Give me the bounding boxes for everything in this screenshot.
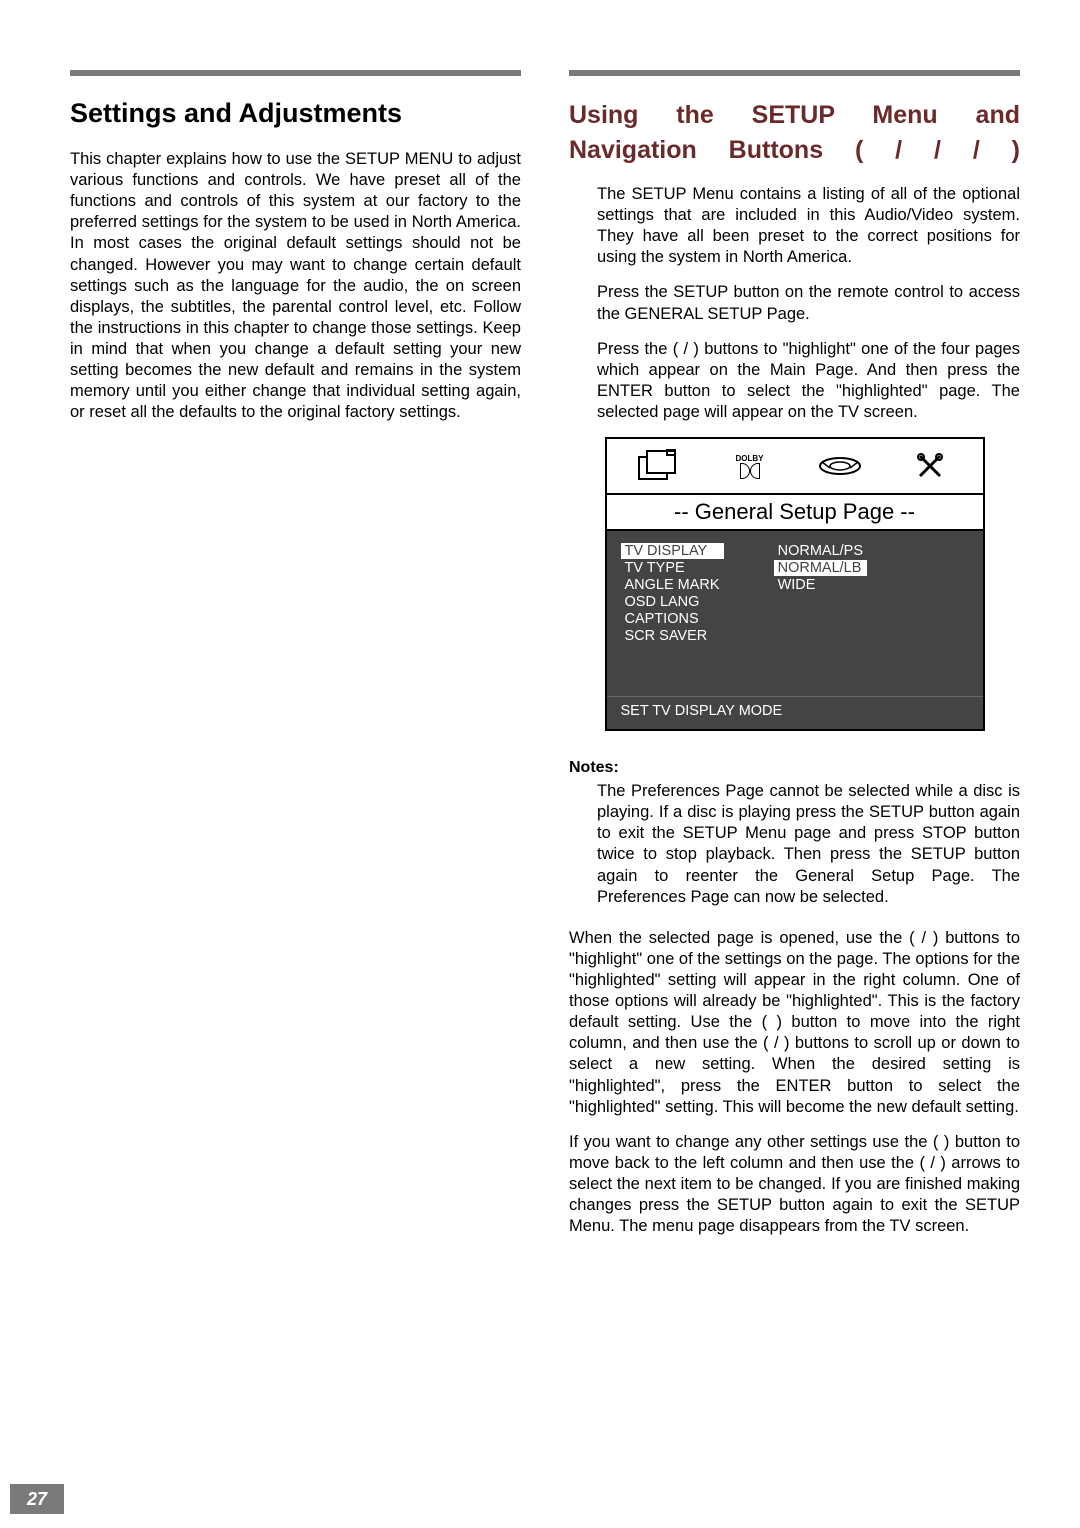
osd-right-column: NORMAL/PSNORMAL/LBWIDE [774, 543, 867, 688]
osd-tab-general [615, 449, 705, 483]
osd-tab-preferences [885, 452, 975, 480]
para-highlight-pages: Press the ( / ) buttons to "highlight" o… [597, 339, 1020, 423]
section-rule [70, 70, 521, 76]
osd-right-item: WIDE [774, 577, 867, 593]
osd-tab-video [795, 456, 885, 476]
para-setup-listing: The SETUP Menu contains a listing of all… [597, 184, 1020, 268]
osd-left-item: ANGLE MARK [621, 577, 724, 593]
osd-right-item: NORMAL/LB [774, 560, 867, 576]
para-settings-intro: This chapter explains how to use the SET… [70, 149, 521, 423]
para-opened-page: When the selected page is opened, use th… [569, 928, 1020, 1118]
video-icon [818, 456, 862, 476]
general-setup-icon [637, 449, 683, 483]
osd-tab-dolby: DOLBY [705, 454, 795, 479]
osd-screenshot: DOLBY [605, 437, 985, 731]
osd-left-item: CAPTIONS [621, 611, 724, 627]
osd-footer: SET TV DISPLAY MODE [607, 696, 983, 729]
dolby-icon: DOLBY [736, 454, 764, 479]
osd-right-item: NORMAL/PS [774, 543, 867, 559]
para-change-other: If you want to change any other settings… [569, 1132, 1020, 1238]
osd-title: -- General Setup Page -- [607, 493, 983, 531]
dolby-label: DOLBY [736, 454, 764, 463]
para-press-setup: Press the SETUP button on the remote con… [597, 282, 1020, 324]
osd-left-item: OSD LANG [621, 594, 724, 610]
tools-icon [916, 452, 944, 480]
osd-left-column: TV DISPLAYTV TYPEANGLE MARKOSD LANGCAPTI… [621, 543, 724, 688]
notes-heading: Notes: [569, 759, 1020, 777]
osd-left-item: TV DISPLAY [621, 543, 724, 559]
heading-settings: Settings and Adjustments [70, 98, 521, 129]
heading-using-setup: Using the SETUP Menu and Navigation Butt… [569, 98, 1020, 168]
page-number: 27 [10, 1484, 64, 1514]
osd-body: TV DISPLAYTV TYPEANGLE MARKOSD LANGCAPTI… [607, 531, 983, 696]
note-preferences-page: The Preferences Page cannot be selected … [597, 781, 1020, 908]
osd-left-item: TV TYPE [621, 560, 724, 576]
osd-left-item: SCR SAVER [621, 628, 724, 644]
section-rule [569, 70, 1020, 76]
osd-tab-bar: DOLBY [607, 439, 983, 493]
